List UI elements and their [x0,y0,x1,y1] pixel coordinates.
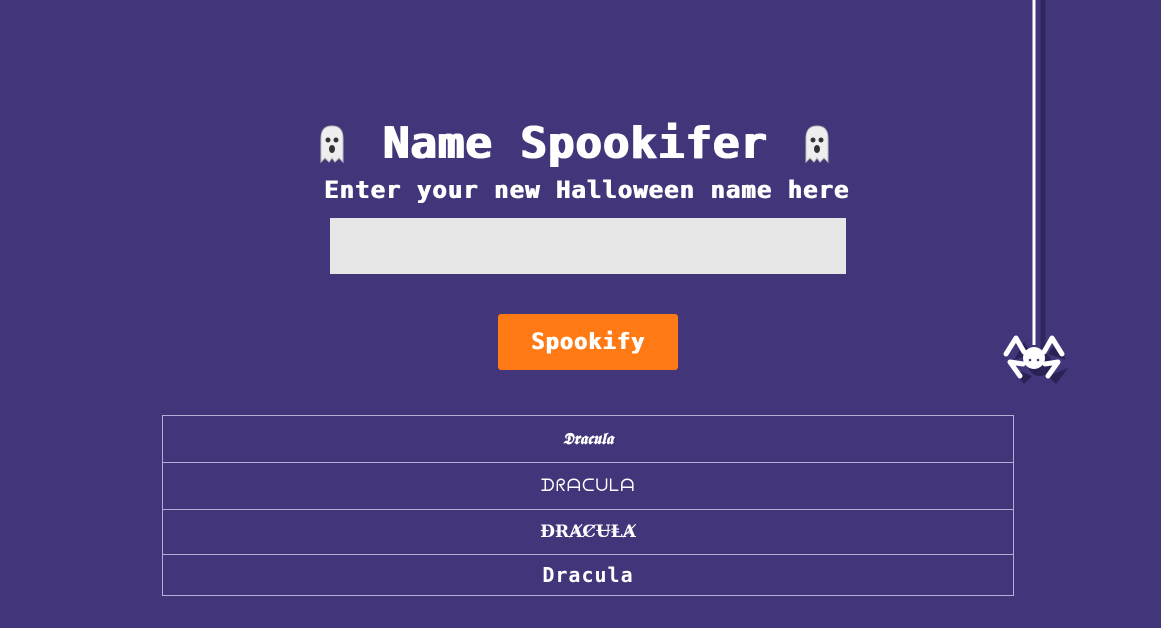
result-cell: 𝕯𝖗𝖆𝖈𝖚𝖑𝖆 [162,415,1014,463]
ghost-icon [803,124,831,164]
ghost-icon [318,124,346,164]
page: Name Spookifer Enter your new Halloween … [0,0,1161,628]
table-row: ᗪᖇᗩᑕᑌᒪᗩ [162,462,1014,510]
table-row: 𝕯𝖗𝖆𝖈𝖚𝖑𝖆 [162,415,1014,463]
result-cell: Dracula [162,554,1014,596]
spider-icon [996,0,1086,390]
name-input[interactable] [330,218,846,274]
table-row: ĐɌȺȻɄⱠȺ [162,509,1014,555]
subtitle: Enter your new Halloween name here [323,176,850,204]
title-row: Name Spookifer [0,118,1161,169]
result-cell: ĐɌȺȻɄⱠȺ [162,509,1014,555]
result-cell: ᗪᖇᗩᑕᑌᒪᗩ [162,462,1014,510]
spookify-button[interactable]: Spookify [498,314,678,370]
page-title: Name Spookifer [382,118,767,169]
table-row: Dracula [162,554,1014,596]
results-table: 𝕯𝖗𝖆𝖈𝖚𝖑𝖆 ᗪᖇᗩᑕᑌᒪᗩ ĐɌȺȻɄⱠȺ Dracula [162,415,1014,596]
